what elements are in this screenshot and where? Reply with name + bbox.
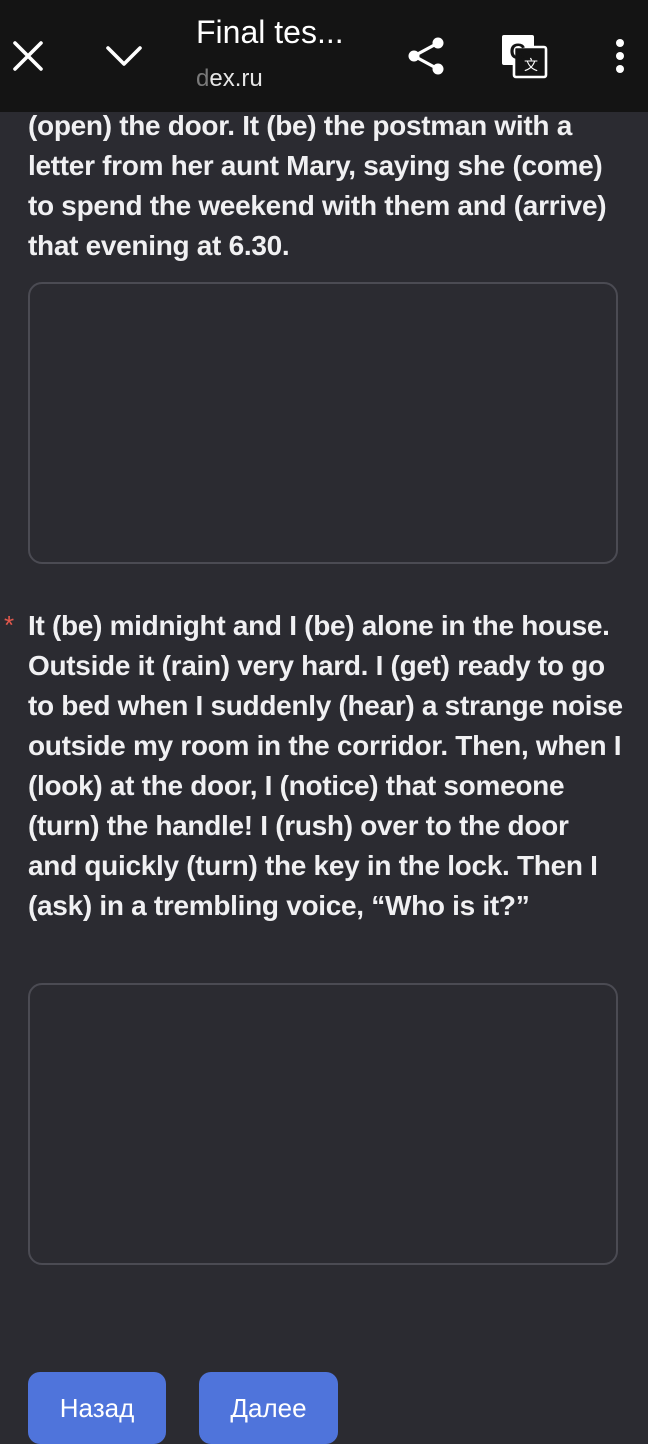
- close-icon[interactable]: [6, 34, 50, 78]
- url-faded-part: d: [196, 65, 210, 92]
- next-button[interactable]: Далее: [199, 1372, 338, 1444]
- answer-textarea-2[interactable]: [28, 983, 618, 1265]
- url-domain: ex.ru: [209, 65, 263, 92]
- back-button[interactable]: Назад: [28, 1372, 166, 1444]
- page-title: Final tes...: [196, 14, 344, 50]
- share-icon[interactable]: [402, 32, 450, 80]
- question-text-1: (open) the door. It (be) the postman wit…: [28, 110, 607, 261]
- svg-text:文: 文: [524, 58, 538, 74]
- question-2: * It (be) midnight and I (be) alone in t…: [0, 606, 648, 926]
- answer-textarea-1[interactable]: [28, 282, 618, 564]
- page-url: dex.ru: [196, 64, 386, 94]
- question-text-2: It (be) midnight and I (be) alone in the…: [28, 610, 623, 921]
- chevron-down-icon[interactable]: [100, 34, 148, 78]
- browser-toolbar: Final tes... dex.ru G 文: [0, 0, 648, 112]
- translate-icon[interactable]: G 文: [498, 30, 550, 82]
- tab-info[interactable]: Final tes... dex.ru: [196, 12, 386, 94]
- more-vert-icon[interactable]: [600, 34, 640, 78]
- required-asterisk: *: [4, 610, 15, 640]
